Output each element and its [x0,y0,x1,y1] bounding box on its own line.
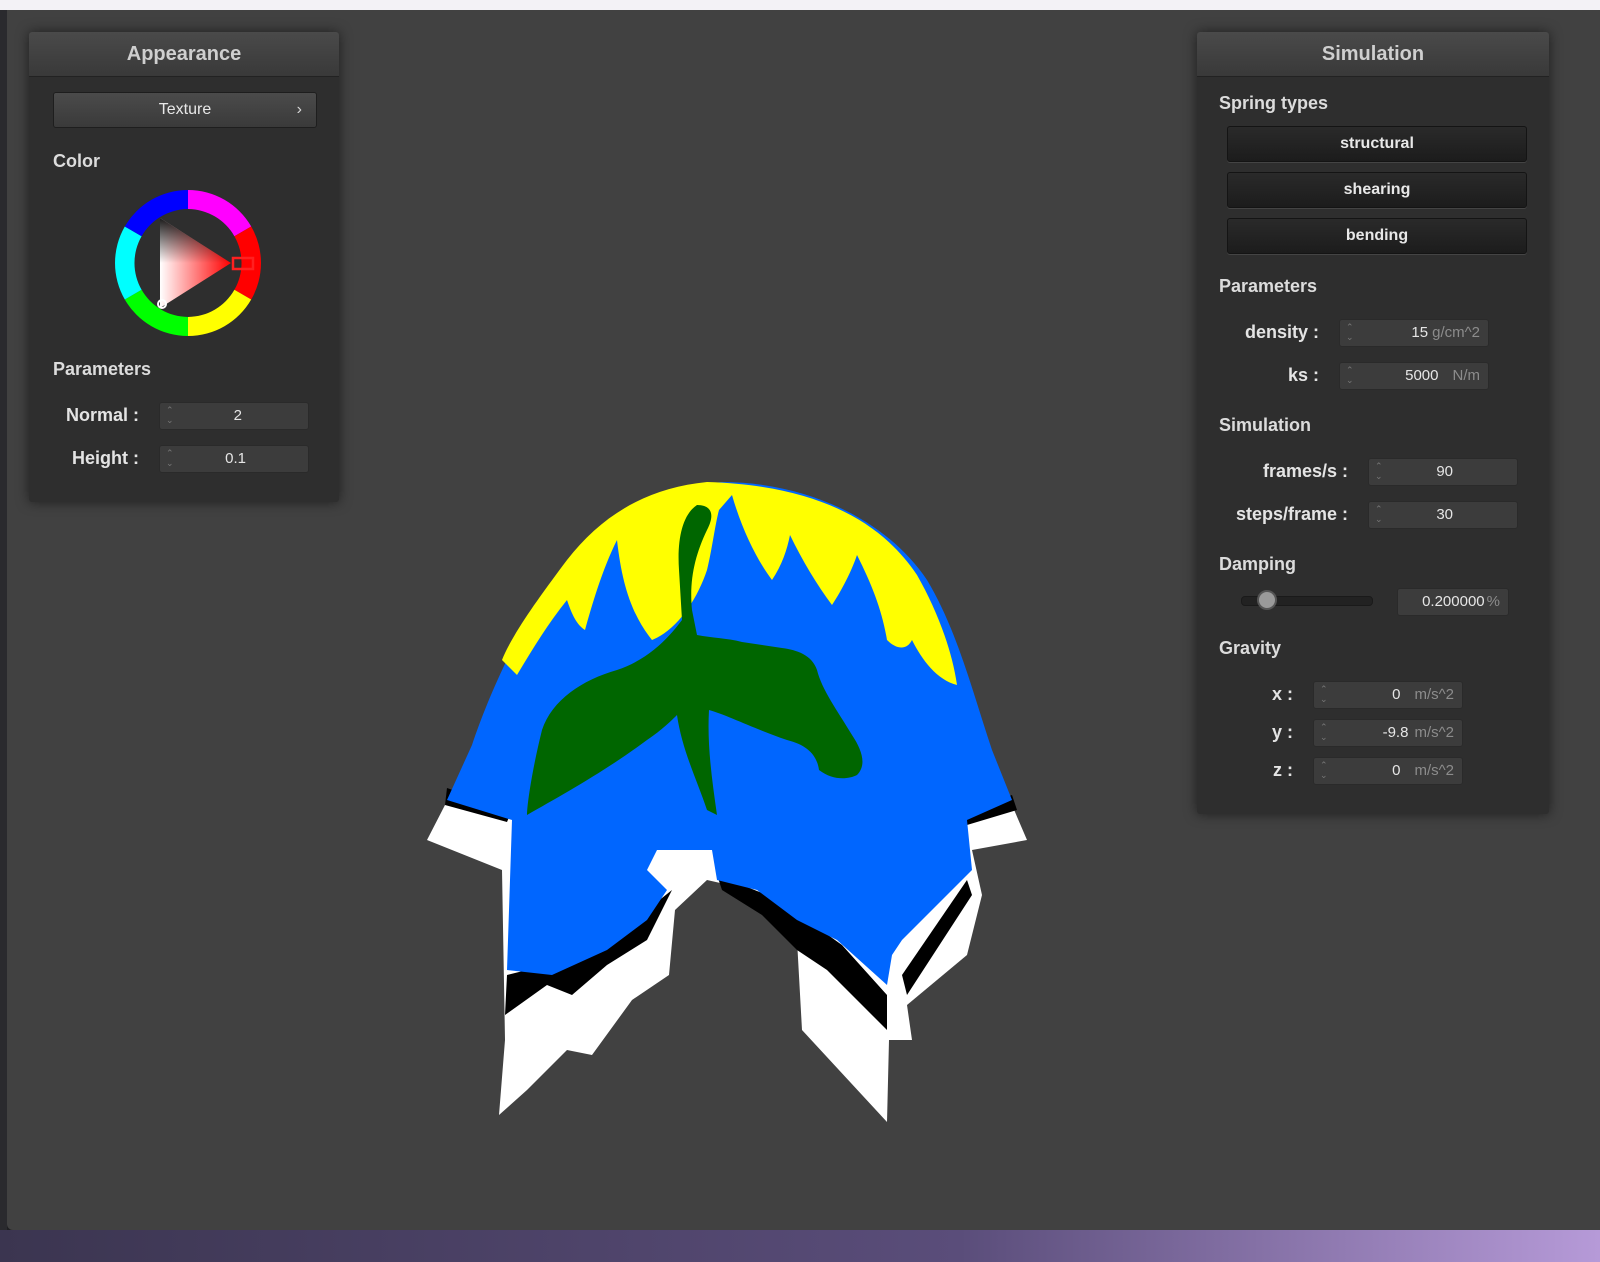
spring-types-label: Spring types [1219,93,1329,113]
damping-value-group: 0.200000% [1422,589,1500,615]
simulation-panel-title: Simulation [1197,32,1549,77]
spinner-arrows-icon[interactable]: ⌃ ⌄ [1320,760,1330,782]
spinner-arrows-icon[interactable]: ⌃ ⌄ [166,448,176,470]
gravity-y-unit: m/s^2 [1414,724,1454,741]
gravity-z-unit: m/s^2 [1414,762,1454,779]
shearing-spring-button[interactable]: shearing [1227,172,1527,208]
damping-slider-knob[interactable] [1257,590,1277,610]
cloth-blue-body [447,482,1012,985]
gravity-y-value-group: -9.8 m/s^2 [1383,720,1454,746]
gravity-z-label: z : [1273,760,1293,780]
appearance-panel: Appearance Texture › Color Parameters No… [29,32,339,502]
gravity-z-input[interactable]: ⌃ ⌄ 0 m/s^2 [1313,757,1463,785]
simulation-panel: Simulation Spring types structural shear… [1197,32,1549,814]
gravity-label: Gravity [1219,638,1282,658]
structural-spring-button[interactable]: structural [1227,126,1527,162]
ks-input[interactable]: ⌃ ⌄ 5000 N/m [1339,362,1489,390]
normal-input[interactable]: ⌃ ⌄ 2 [159,402,309,430]
normal-label: Normal : [65,405,139,425]
color-label: Color [53,151,100,171]
gravity-x-input[interactable]: ⌃ ⌄ 0 m/s^2 [1313,681,1463,709]
spinner-arrows-icon[interactable]: ⌃ ⌄ [1375,504,1385,526]
simulation-parameters-label: Parameters [1219,276,1318,296]
ks-value-group: 5000 N/m [1405,363,1480,389]
height-label: Height : [72,448,139,468]
simulation-section-label: Simulation [1219,415,1312,435]
desktop-taskbar-strip [0,1230,1600,1262]
damping-unit: % [1486,593,1500,610]
ks-unit: N/m [1452,367,1481,384]
ks-value: 5000 [1405,367,1439,384]
damping-label: Damping [1219,554,1297,574]
gravity-x-label: x : [1271,684,1293,704]
spinner-arrows-icon[interactable]: ⌃ ⌄ [166,405,176,427]
density-value: 15 [1411,324,1429,341]
spinner-arrows-icon[interactable]: ⌃ ⌄ [1320,722,1330,744]
damping-input[interactable]: 0.200000% [1397,588,1509,616]
ks-label: ks : [1287,365,1319,385]
gravity-y-label: y : [1271,722,1293,742]
window-top-bar [0,0,1600,10]
3d-viewport[interactable]: Appearance Texture › Color Parameters No… [7,10,1600,1230]
gravity-x-value: 0 [1392,686,1401,703]
gravity-x-value-group: 0 m/s^2 [1392,682,1454,708]
gravity-y-input[interactable]: ⌃ ⌄ -9.8 m/s^2 [1313,719,1463,747]
window-left-edge [0,10,7,1230]
density-label: density : [1244,322,1319,342]
spinner-arrows-icon[interactable]: ⌃ ⌄ [1320,684,1330,706]
steps-per-frame-input[interactable]: ⌃ ⌄ 30 [1368,501,1518,529]
appearance-panel-title: Appearance [29,32,339,77]
height-value: 0.1 [225,450,246,467]
damping-value: 0.200000 [1422,593,1485,610]
texture-button-label: Texture [158,101,212,118]
bending-spring-button[interactable]: bending [1227,218,1527,254]
density-unit: g/cm^2 [1432,324,1480,341]
spinner-arrows-icon[interactable]: ⌃ ⌄ [1346,365,1356,387]
gravity-y-value: -9.8 [1382,724,1409,741]
spinner-arrows-icon[interactable]: ⌃ ⌄ [1346,322,1356,344]
spinner-arrows-icon[interactable]: ⌃ ⌄ [1375,461,1385,483]
chevron-right-icon: › [296,101,302,118]
density-value-group: 15 g/cm^2 [1411,320,1480,346]
steps-per-frame-value: 30 [1436,506,1453,523]
frames-per-s-input[interactable]: ⌃ ⌄ 90 [1368,458,1518,486]
frames-per-s-value: 90 [1436,463,1453,480]
gravity-z-value-group: 0 m/s^2 [1392,758,1454,784]
texture-button[interactable]: Texture › [53,92,317,128]
appearance-parameters-label: Parameters [53,359,152,379]
color-wheel[interactable] [113,188,263,338]
gravity-x-unit: m/s^2 [1414,686,1454,703]
steps-per-frame-label: steps/frame : [1235,504,1348,524]
gravity-z-value: 0 [1392,762,1401,779]
height-input[interactable]: ⌃ ⌄ 0.1 [159,445,309,473]
density-input[interactable]: ⌃ ⌄ 15 g/cm^2 [1339,319,1489,347]
frames-per-s-label: frames/s : [1262,461,1348,481]
normal-value: 2 [233,407,242,424]
